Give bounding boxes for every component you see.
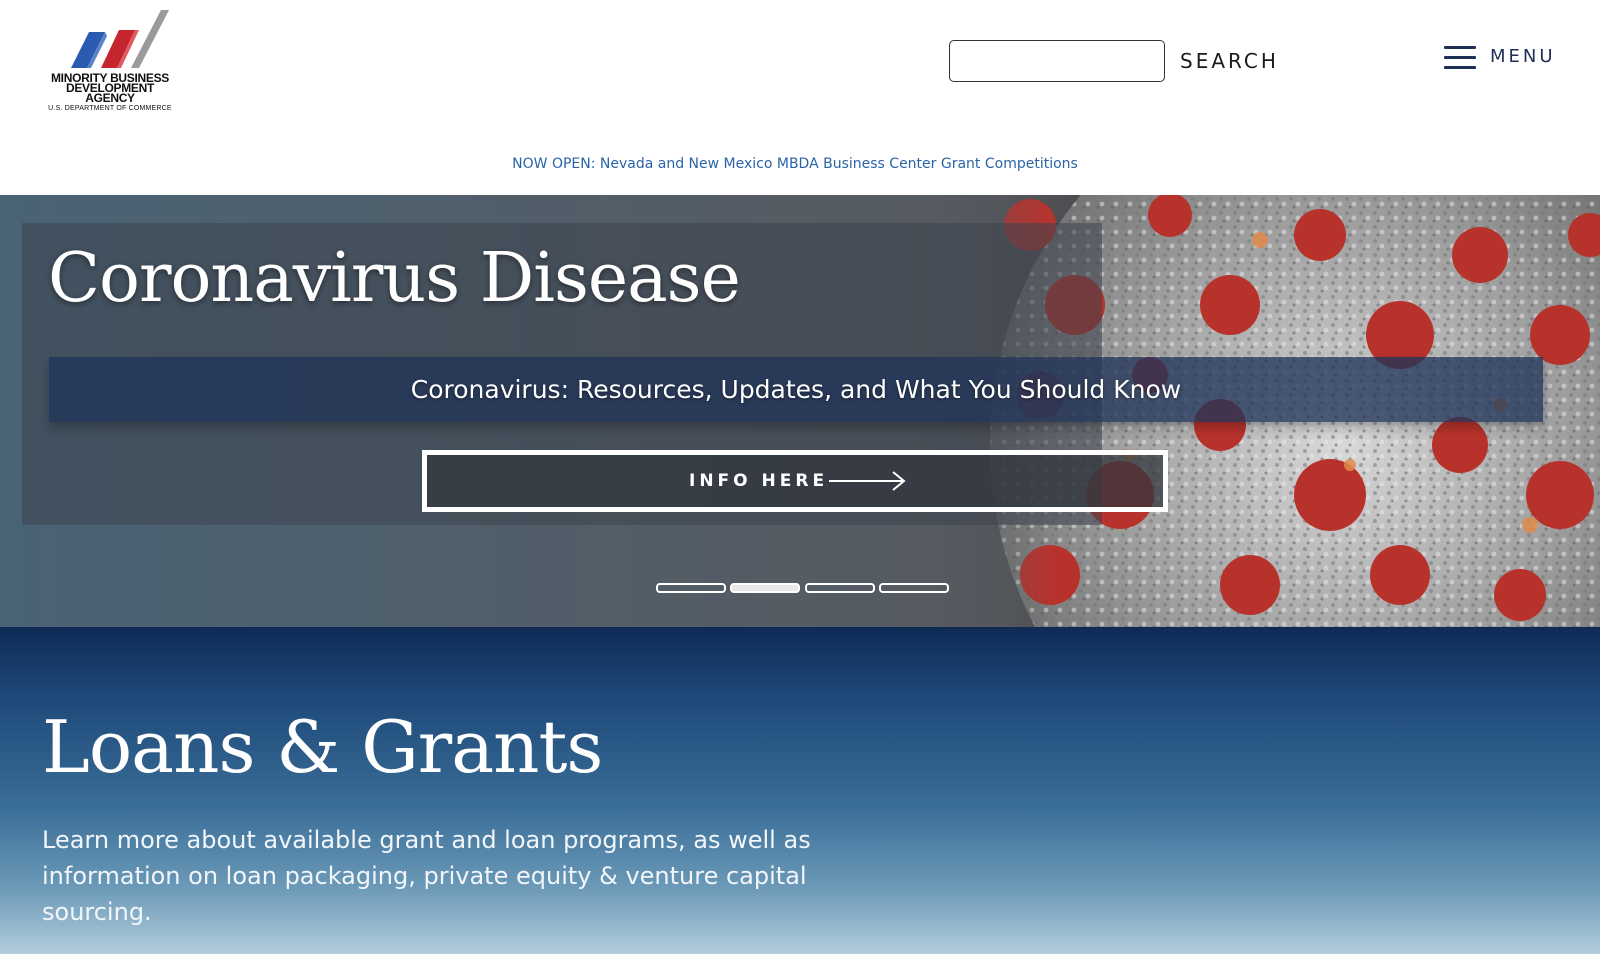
hamburger-icon[interactable] bbox=[1444, 46, 1476, 70]
announcement-link[interactable]: NOW OPEN: Nevada and New Mexico MBDA Bus… bbox=[0, 156, 1590, 172]
carousel-dot-2[interactable] bbox=[730, 583, 800, 593]
mbda-logo-mark bbox=[71, 10, 169, 68]
search-input[interactable] bbox=[949, 40, 1165, 82]
logo-line-3: U.S. DEPARTMENT OF COMMERCE bbox=[48, 105, 172, 112]
hero-subtitle: Coronavirus: Resources, Updates, and Wha… bbox=[410, 375, 1182, 404]
carousel-dot-1[interactable] bbox=[656, 583, 726, 593]
info-here-button[interactable]: INFO HERE bbox=[422, 450, 1168, 512]
menu-label[interactable]: MENU bbox=[1490, 46, 1556, 67]
info-here-label[interactable]: INFO HERE bbox=[689, 471, 828, 491]
logo-wordmark: MINORITY BUSINESS DEVELOPMENT AGENCY U.S… bbox=[40, 72, 180, 114]
carousel-indicators bbox=[656, 583, 956, 593]
loans-grants-section: Loans & Grants Learn more about availabl… bbox=[0, 627, 1600, 954]
hero-subtitle-banner: Coronavirus: Resources, Updates, and Wha… bbox=[49, 357, 1543, 422]
hero-carousel: Coronavirus Disease Coronavirus: Resourc… bbox=[0, 195, 1600, 627]
carousel-dot-4[interactable] bbox=[879, 583, 949, 593]
search-button[interactable]: SEARCH bbox=[1180, 42, 1279, 80]
carousel-dot-3[interactable] bbox=[805, 583, 875, 593]
arrow-right-icon bbox=[829, 471, 906, 491]
hero-title: Coronavirus Disease bbox=[48, 239, 741, 318]
mbda-logo[interactable]: MINORITY BUSINESS DEVELOPMENT AGENCY U.S… bbox=[40, 10, 180, 112]
loans-title: Loans & Grants bbox=[42, 705, 603, 789]
logo-line-2: DEVELOPMENT AGENCY bbox=[65, 81, 155, 105]
site-header: MINORITY BUSINESS DEVELOPMENT AGENCY U.S… bbox=[0, 0, 1600, 195]
loans-description: Learn more about available grant and loa… bbox=[42, 826, 811, 926]
